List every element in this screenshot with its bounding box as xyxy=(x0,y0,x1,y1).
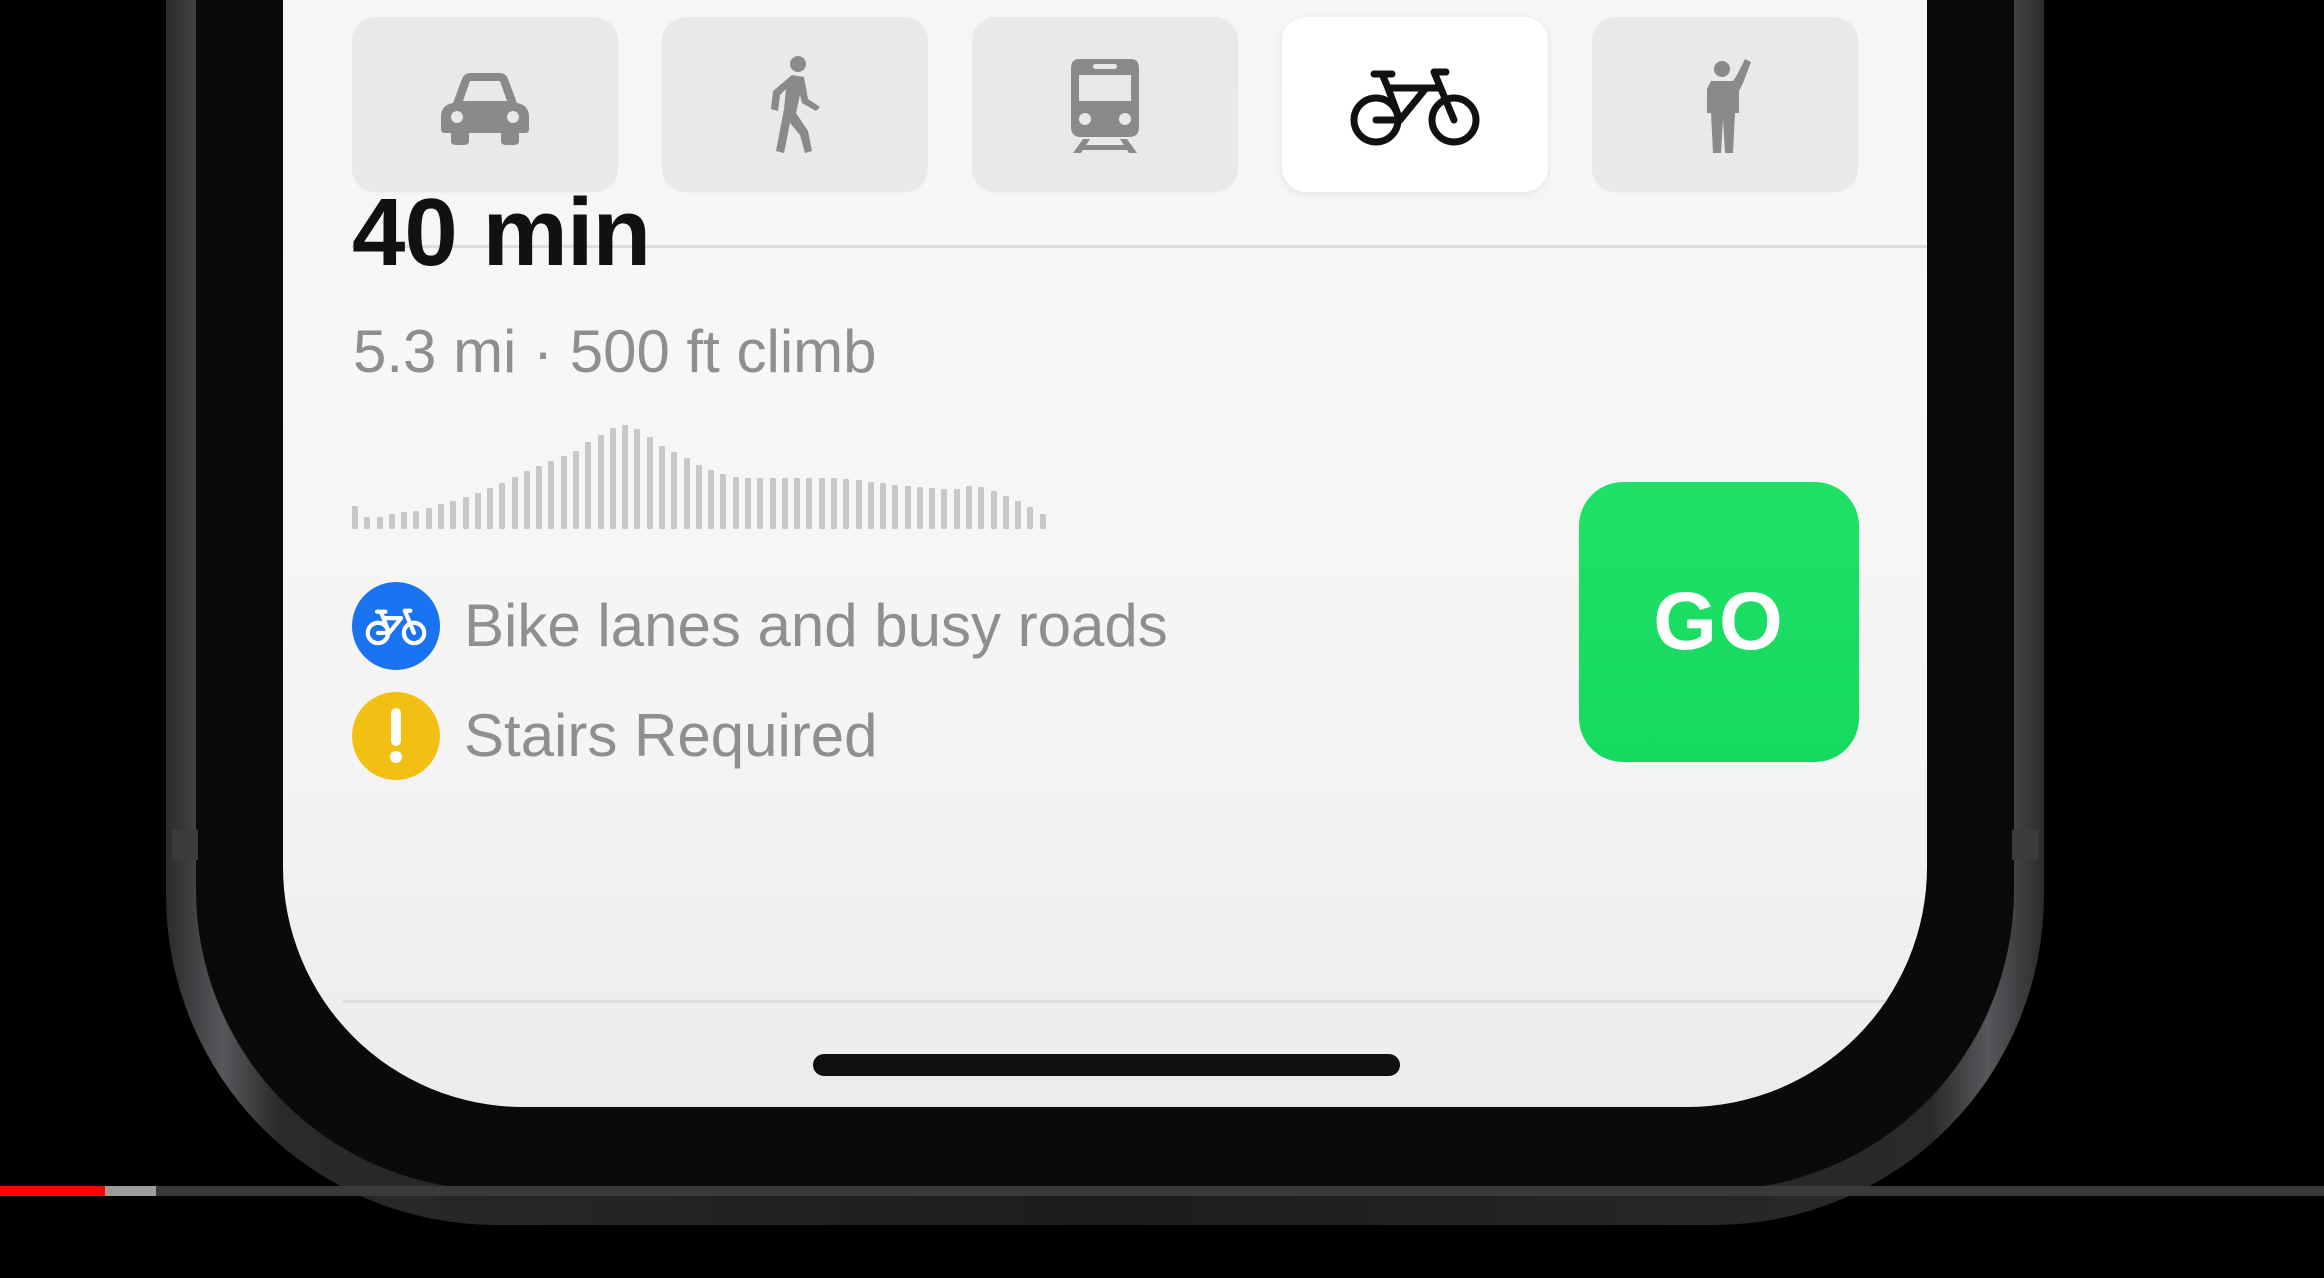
elevation-bar xyxy=(536,465,543,529)
hailing-person-icon xyxy=(1707,58,1751,153)
video-played-bar[interactable] xyxy=(0,1186,105,1196)
video-progress-bar[interactable] xyxy=(0,1186,2324,1196)
advisory-stairs: Stairs Required xyxy=(352,692,878,780)
advisory-text: Stairs Required xyxy=(464,702,878,769)
car-icon xyxy=(441,72,529,145)
elevation-bar xyxy=(953,489,960,529)
elevation-bar xyxy=(941,489,948,529)
elevation-bar xyxy=(609,428,616,529)
route-distance-climb: 5.3 mi · 500 ft climb xyxy=(353,318,877,385)
elevation-bar xyxy=(1039,514,1046,529)
elevation-bar xyxy=(806,478,813,529)
bicycle-icon xyxy=(365,608,427,646)
phone-side-button-left xyxy=(172,830,198,860)
transport-mode-selector xyxy=(352,17,1858,195)
mode-drive-button[interactable] xyxy=(352,17,618,192)
mode-cycle-button[interactable] xyxy=(1282,17,1548,192)
home-indicator[interactable] xyxy=(813,1054,1400,1076)
elevation-bar xyxy=(560,456,567,529)
elevation-bar xyxy=(904,486,911,529)
phone-side-button-right xyxy=(2012,830,2038,860)
elevation-bar xyxy=(622,425,629,529)
elevation-bar xyxy=(830,478,837,529)
elevation-bar xyxy=(720,473,727,529)
elevation-bar xyxy=(880,483,887,529)
elevation-bar xyxy=(646,437,653,529)
elevation-bar xyxy=(966,486,973,529)
elevation-bar xyxy=(388,514,395,529)
elevation-bar xyxy=(585,441,592,529)
mode-ride-share-button[interactable] xyxy=(1592,17,1858,192)
elevation-bar xyxy=(744,478,751,529)
elevation-bar xyxy=(978,487,985,529)
elevation-bar xyxy=(671,452,678,529)
elevation-bar xyxy=(855,480,862,529)
elevation-bar xyxy=(708,469,715,529)
divider-bottom xyxy=(343,1000,1887,1003)
elevation-bar xyxy=(364,516,371,529)
elevation-bar xyxy=(818,478,825,529)
elevation-bar xyxy=(401,512,408,529)
elevation-bar xyxy=(732,477,739,529)
elevation-bar xyxy=(929,488,936,529)
bicycle-icon xyxy=(1350,68,1480,145)
elevation-bar xyxy=(413,511,420,529)
elevation-bar xyxy=(1027,507,1034,529)
elevation-bar xyxy=(425,508,432,529)
elevation-bar xyxy=(892,485,899,529)
elevation-bar xyxy=(573,451,580,529)
elevation-bar xyxy=(499,483,506,529)
exclamation-icon xyxy=(390,708,402,763)
warning-badge xyxy=(352,692,440,780)
elevation-bar xyxy=(450,500,457,529)
mode-transit-button[interactable] xyxy=(972,17,1238,192)
elevation-bar xyxy=(683,458,690,529)
elevation-bar xyxy=(474,492,481,529)
elevation-bar xyxy=(376,516,383,529)
elevation-bar xyxy=(437,504,444,529)
elevation-bar xyxy=(634,429,641,529)
elevation-bar xyxy=(1015,500,1022,529)
elevation-bar xyxy=(511,477,518,529)
go-button[interactable]: GO xyxy=(1579,482,1859,762)
elevation-bar xyxy=(695,464,702,529)
elevation-bar xyxy=(548,461,555,529)
bike-lanes-badge xyxy=(352,582,440,670)
elevation-bar xyxy=(794,478,801,529)
train-icon xyxy=(1071,58,1139,153)
elevation-bar xyxy=(990,490,997,529)
elevation-bar xyxy=(523,470,530,529)
elevation-bar xyxy=(916,487,923,529)
elevation-bar xyxy=(659,445,666,529)
elevation-bar xyxy=(757,478,764,529)
elevation-bar xyxy=(487,488,494,529)
elevation-profile xyxy=(352,425,1052,529)
walking-person-icon xyxy=(771,55,820,153)
advisory-text: Bike lanes and busy roads xyxy=(464,592,1168,659)
elevation-bar xyxy=(843,479,850,529)
elevation-bar xyxy=(352,506,358,529)
elevation-bar xyxy=(867,482,874,529)
phone-screen: 40 min 5.3 mi · 500 ft climb Bike lanes … xyxy=(283,0,1927,1107)
elevation-bar xyxy=(769,478,776,529)
elevation-bar xyxy=(462,496,469,529)
elevation-bar xyxy=(781,478,788,529)
mode-walk-button[interactable] xyxy=(662,17,928,192)
go-button-label: GO xyxy=(1653,576,1785,667)
elevation-bar xyxy=(597,435,604,529)
advisory-bike-lanes: Bike lanes and busy roads xyxy=(352,582,1168,670)
route-duration: 40 min xyxy=(352,179,651,286)
elevation-bar xyxy=(1002,495,1009,529)
